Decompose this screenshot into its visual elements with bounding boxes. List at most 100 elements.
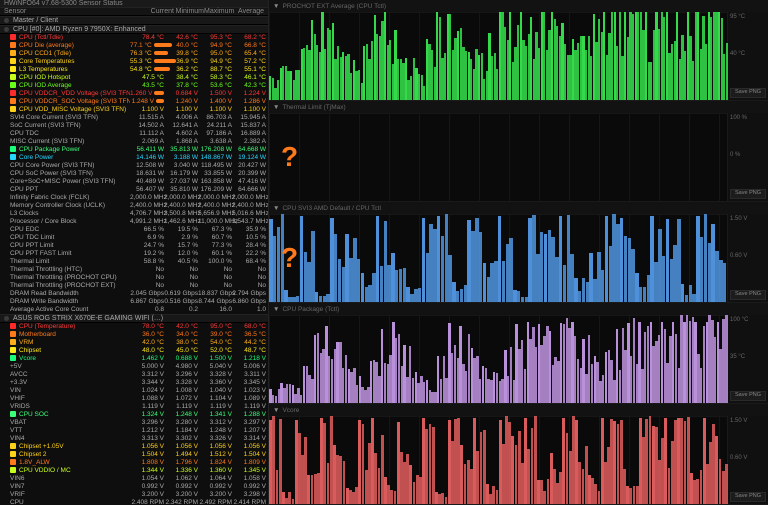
sensor-row[interactable]: CPU PPT FAST Limit19.2 %12.0 %60.1 %22.2… — [0, 250, 268, 258]
sensor-row[interactable]: VIN1.024 V1.008 V1.040 V1.023 V — [0, 387, 268, 395]
graph-title[interactable]: ▼Vcore — [269, 404, 768, 416]
sensor-row[interactable]: DRAM Write Bandwidth6.867 Gbps0.516 Gbps… — [0, 298, 268, 306]
color-swatch — [10, 459, 16, 465]
save-png-button[interactable]: Save PNG — [730, 290, 766, 300]
sensor-row[interactable]: Memory Controller Clock (UCLK)2,400.0 MH… — [0, 202, 268, 210]
sensor-row[interactable]: DRAM Read Bandwidth2.045 Gbps0.619 Gbps1… — [0, 290, 268, 298]
save-png-button[interactable]: Save PNG — [730, 492, 766, 502]
sensor-row[interactable]: CPU PPT Limit24.7 %15.7 %77.3 %28.4 % — [0, 242, 268, 250]
sensor-row[interactable]: +3.3V3.344 V3.328 V3.360 V3.345 V — [0, 379, 268, 387]
sensor-value: 1.100 V — [130, 106, 164, 114]
sensor-row[interactable]: CPU VDDCR_SOC Voltage (SVI3 TFN)1.248 V1… — [0, 98, 268, 106]
sensor-row[interactable]: CPU Package Power56.411 W35.813 W176.208… — [0, 146, 268, 154]
sensor-row[interactable]: CPU SoC Power (SVI3 TFN)18.631 W16.179 W… — [0, 170, 268, 178]
sensor-row[interactable]: Core+SoC+MISC Power (SVI3 TFN)40.489 W27… — [0, 178, 268, 186]
graph-plot[interactable] — [269, 416, 727, 504]
sensor-row[interactable]: +5V5.000 V4.980 V5.040 V5.006 V — [0, 363, 268, 371]
collapse-icon[interactable]: ▼ — [273, 3, 279, 10]
collapse-icon[interactable]: ▼ — [273, 407, 279, 414]
graph-title[interactable]: ▼CPU Package (Tctl) — [269, 303, 768, 315]
sensor-row[interactable]: CPU CCD1 (Tdie)76.3 °C39.8 °C95.0 °C65.4… — [0, 50, 268, 58]
graph-ymin: 0.60 V — [730, 455, 766, 461]
sensor-row[interactable]: L3 Clocks4,706.7 MHz3,500.8 MHz5,656.9 M… — [0, 210, 268, 218]
sensor-name: L3 Clocks — [10, 210, 130, 218]
sensor-name: SVI4 Core Current (SVI3 TFN) — [10, 114, 130, 122]
section-cpu[interactable]: CPU [#0]: AMD Ryzen 9 7950X: Enhanced — [0, 25, 268, 34]
mobo-sensor-tree[interactable]: CPU (Temperature)78.0 °C42.0 °C95.0 °C68… — [0, 323, 268, 505]
sensor-row[interactable]: CPU TDC Limit6.9 %2.9 %60.7 %10.5 % — [0, 234, 268, 242]
sensor-row[interactable]: VRIDS1.119 V1.119 V1.119 V1.119 V — [0, 403, 268, 411]
sensor-row[interactable]: CPU VDD_MISC Voltage (SVI3 TFN)1.100 V1.… — [0, 106, 268, 114]
sensor-row[interactable]: Vcore1.462 V0.688 V1.500 V1.218 V — [0, 355, 268, 363]
sensor-row[interactable]: 1.8V_ALW1.808 V1.796 V1.824 V1.809 V — [0, 459, 268, 467]
sensor-row[interactable]: CPU VDDIO / MC1.344 V1.336 V1.360 V1.345… — [0, 467, 268, 475]
sensor-name: VHIF — [10, 395, 130, 403]
sensor-row[interactable]: Thermal Throttling (HTC)NoNoNoNo — [0, 266, 268, 274]
sensor-row[interactable]: CPU VDDCR_VDD Voltage (SVI3 TFN)1.260 V0… — [0, 90, 268, 98]
sensor-row[interactable]: CPU Die (average)77.1 °C40.0 °C94.9 °C66… — [0, 42, 268, 50]
sensor-row[interactable]: CPU PPT56.407 W35.810 W176.209 W64.666 W — [0, 186, 268, 194]
sensor-value: 3.188 W — [164, 154, 198, 162]
sensor-row[interactable]: Chipset48.0 °C45.0 °C52.0 °C48.7 °C — [0, 347, 268, 355]
sensor-row[interactable]: Chipset +1.05V1.056 V1.056 V1.056 V1.056… — [0, 443, 268, 451]
sensor-row[interactable]: Thermal Limit58.8 %40.5 %100.0 %68.4 % — [0, 258, 268, 266]
sensor-row[interactable]: AVCC3.312 V3.296 V3.328 V3.311 V — [0, 371, 268, 379]
save-png-button[interactable]: Save PNG — [730, 189, 766, 199]
sensor-row[interactable]: CPU IOD Average43.5 °C37.8 °C53.6 °C42.3… — [0, 82, 268, 90]
sensor-row[interactable]: SoC Current (SVI3 TFN)14.502 A12.641 A24… — [0, 122, 268, 130]
sensor-row[interactable]: CPU Core Power (SVI3 TFN)12.508 W3.040 W… — [0, 162, 268, 170]
sensor-row[interactable]: VIN70.992 V0.992 V0.992 V0.992 V — [0, 483, 268, 491]
sensor-row[interactable]: L3 Temperatures54.8 °C36.2 °C88.7 °C55.1… — [0, 66, 268, 74]
sensor-row[interactable]: VTT1.212 V1.184 V1.248 V1.207 V — [0, 427, 268, 435]
sensor-value: No — [164, 274, 198, 282]
section-mobo[interactable]: ASUS ROG STRIX X670E-E GAMING WIFI (…) — [0, 314, 268, 323]
sensor-row[interactable]: VIN43.313 V3.302 V3.326 V3.314 V — [0, 435, 268, 443]
sensor-row[interactable]: Thermal Throttling (PROCHOT EXT)NoNoNoNo — [0, 282, 268, 290]
sensor-row[interactable]: CPU (Temperature)78.0 °C42.0 °C95.0 °C68… — [0, 323, 268, 331]
sensor-row[interactable]: CPU2.408 RPM2.342 RPM2.492 RPM2.414 RPM — [0, 499, 268, 505]
graph-plot[interactable]: ? — [269, 214, 727, 302]
save-png-button[interactable]: Save PNG — [730, 88, 766, 98]
sensor-row[interactable]: CPU TDC11.112 A4.602 A97.186 A16.889 A — [0, 130, 268, 138]
graph-plot[interactable] — [269, 315, 727, 403]
sensor-row[interactable]: CPU (Tctl/Tdie)78.4 °C42.6 °C95.3 °C68.2… — [0, 34, 268, 42]
sensor-value: 1.218 V — [232, 355, 266, 363]
sensor-row[interactable]: Motherboard36.0 °C34.0 °C39.0 °C36.5 °C — [0, 331, 268, 339]
collapse-icon[interactable]: ▼ — [273, 104, 279, 111]
sensor-value: No — [130, 274, 164, 282]
sensor-value: 1.212 V — [130, 427, 164, 435]
sensor-row[interactable]: Processor / Core Block4,991.2 MHz1,462.6… — [0, 218, 268, 226]
graph-title[interactable]: ▼PROCHOT EXT Average (CPU Tctl) — [269, 0, 768, 12]
graph-title[interactable]: ▼Thermal Limit (TjMax) — [269, 101, 768, 113]
sensor-value: 20.399 W — [232, 170, 266, 178]
sensor-row[interactable]: CPU IOD Hotspot47.5 °C38.4 °C58.3 °C46.1… — [0, 74, 268, 82]
save-png-button[interactable]: Save PNG — [730, 391, 766, 401]
cpu-sensor-tree[interactable]: CPU (Tctl/Tdie)78.4 °C42.6 °C95.3 °C68.2… — [0, 34, 268, 314]
sensor-row[interactable]: VRM42.0 °C38.0 °C54.0 °C44.2 °C — [0, 339, 268, 347]
sensor-row[interactable]: Infinity Fabric Clock (FCLK)2,000.0 MHz2… — [0, 194, 268, 202]
sensor-row[interactable]: Core Power14.146 W3.188 W148.867 W19.124… — [0, 154, 268, 162]
sensor-row[interactable]: CPU SOC1.324 V1.248 V1.341 V1.288 V — [0, 411, 268, 419]
graph-plot[interactable]: ? — [269, 113, 727, 201]
sensor-value: 3.311 V — [232, 371, 266, 379]
sensor-row[interactable]: MISC Current (SVI3 TFN)2.069 A1.868 A3.6… — [0, 138, 268, 146]
sensor-value: 1.054 V — [130, 475, 164, 483]
collapse-icon[interactable]: ▼ — [273, 306, 279, 313]
graph-title[interactable]: ▼CPU SVI3 AMD Default / CPU Tctl — [269, 202, 768, 214]
sensor-row[interactable]: VBAT3.296 V3.280 V3.312 V3.297 V — [0, 419, 268, 427]
graph-plot[interactable] — [269, 12, 727, 100]
sensor-row[interactable]: VHIF1.088 V1.072 V1.104 V1.089 V — [0, 395, 268, 403]
sensor-row[interactable]: VIN61.054 V1.062 V1.064 V1.058 V — [0, 475, 268, 483]
sensor-value: 68.0 °C — [232, 323, 266, 331]
section-master[interactable]: Master / Client — [0, 16, 268, 25]
sensor-row[interactable]: VRIF3.200 V3.200 V3.200 V3.298 V — [0, 491, 268, 499]
sensor-value: 2,000.0 MHz — [164, 194, 198, 202]
sensor-row[interactable]: Core Temperatures55.3 °C36.9 °C94.9 °C57… — [0, 58, 268, 66]
collapse-icon[interactable]: ▼ — [273, 205, 279, 212]
sensor-row[interactable]: SVI4 Core Current (SVI3 TFN)11.515 A4.00… — [0, 114, 268, 122]
sensor-row[interactable]: Thermal Throttling (PROCHOT CPU)NoNoNoNo — [0, 274, 268, 282]
color-swatch — [10, 106, 16, 112]
sensor-row[interactable]: Chipset 21.504 V1.494 V1.512 V1.504 V — [0, 451, 268, 459]
sensor-row[interactable]: Average Active Core Count0.80.216.01.0 — [0, 306, 268, 314]
sensor-row[interactable]: CPU EDC66.5 %19.5 %67.3 %35.9 % — [0, 226, 268, 234]
